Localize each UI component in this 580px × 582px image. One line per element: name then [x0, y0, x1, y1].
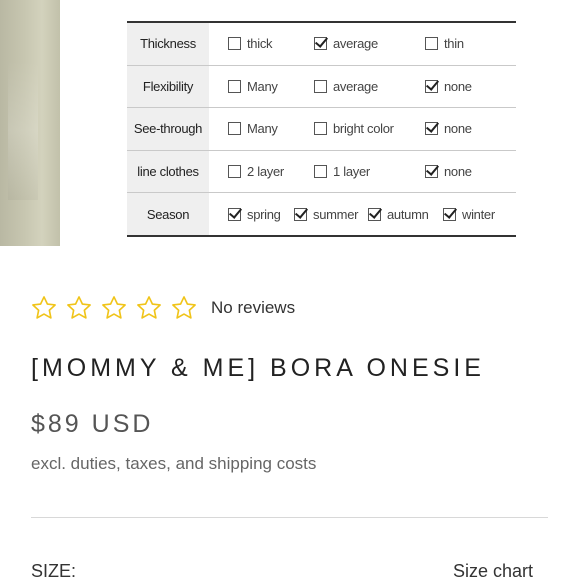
spec-row-flexibility: Flexibility Many average none	[127, 65, 516, 109]
spec-option-label: spring	[247, 206, 281, 222]
checkbox-icon	[228, 165, 241, 179]
spec-label: See-through	[127, 108, 209, 150]
spec-option: Many	[228, 66, 314, 108]
checkbox-icon	[425, 37, 438, 51]
checked-checkbox-icon	[425, 165, 438, 179]
star-outline-icon	[172, 296, 196, 319]
spec-option-label: Many	[247, 121, 278, 137]
spec-option-label: winter	[462, 206, 495, 222]
spec-option: spring	[228, 193, 294, 235]
checkbox-icon	[228, 79, 241, 93]
spec-option: average	[314, 66, 425, 108]
spec-option: average	[314, 23, 425, 65]
spec-option: bright color	[314, 108, 425, 150]
checkbox-icon	[314, 165, 327, 179]
reviews-count-label[interactable]: No reviews	[211, 298, 295, 318]
checked-checkbox-icon	[425, 79, 438, 93]
spec-option: 1 layer	[314, 151, 425, 193]
spec-option: 2 layer	[228, 151, 314, 193]
checked-checkbox-icon	[425, 122, 438, 136]
checkbox-icon	[314, 122, 327, 136]
spec-option-label: thick	[247, 36, 273, 52]
spec-option-label: none	[444, 164, 472, 180]
spec-option-label: bright color	[333, 121, 394, 137]
size-label: SIZE:	[31, 561, 77, 581]
spec-option-label: 1 layer	[333, 164, 370, 180]
spec-label: Flexibility	[127, 65, 209, 108]
spec-option: thick	[228, 23, 314, 65]
size-chart-link[interactable]: Size chart	[453, 561, 533, 582]
spec-row-line-clothes: line clothes 2 layer 1 layer none	[127, 150, 516, 194]
product-image[interactable]	[0, 0, 60, 246]
spec-option: winter	[443, 193, 495, 235]
star-outline-icon	[137, 296, 161, 319]
spec-option-label: autumn	[387, 206, 429, 222]
product-title: [MOMMY & ME] BORA ONESIE	[31, 354, 485, 382]
checked-checkbox-icon	[443, 207, 456, 221]
star-outline-icon	[67, 296, 91, 319]
spec-row-thickness: Thickness thick average thin	[127, 23, 516, 66]
tax-note: excl. duties, taxes, and shipping costs	[31, 454, 317, 473]
spec-label: Season	[127, 193, 209, 235]
star-outline-icon	[102, 296, 126, 319]
checked-checkbox-icon	[314, 37, 327, 51]
spec-option-label: thin	[444, 36, 464, 52]
divider	[31, 517, 548, 518]
spec-option: none	[425, 151, 472, 193]
review-rating[interactable]: No reviews	[30, 293, 295, 323]
spec-option: none	[425, 66, 472, 108]
checkbox-icon	[228, 37, 241, 51]
spec-row-season: Season spring summer autumn winter	[127, 193, 516, 235]
spec-option: autumn	[368, 193, 443, 235]
spec-option-label: none	[444, 78, 472, 94]
star-outline-icon	[32, 296, 56, 319]
spec-option: none	[425, 108, 472, 150]
spec-option-label: average	[333, 78, 378, 94]
spec-option: summer	[294, 193, 368, 235]
checkbox-icon	[314, 79, 327, 93]
checked-checkbox-icon	[294, 207, 307, 221]
spec-row-see-through: See-through Many bright color none	[127, 108, 516, 151]
spec-label: line clothes	[127, 150, 209, 193]
spec-option-label: Many	[247, 78, 278, 94]
spec-option-label: average	[333, 36, 378, 52]
spec-option: thin	[425, 23, 464, 65]
checked-checkbox-icon	[368, 207, 381, 221]
spec-option-label: none	[444, 121, 472, 137]
spec-option: Many	[228, 108, 314, 150]
spec-option-label: summer	[313, 206, 359, 222]
spec-option-label: 2 layer	[247, 164, 284, 180]
checked-checkbox-icon	[228, 207, 241, 221]
checkbox-icon	[228, 122, 241, 136]
spec-label: Thickness	[127, 23, 209, 65]
product-price: $89 USD	[31, 410, 154, 438]
fabric-spec-table: Thickness thick average thin Flexibility…	[127, 21, 516, 237]
